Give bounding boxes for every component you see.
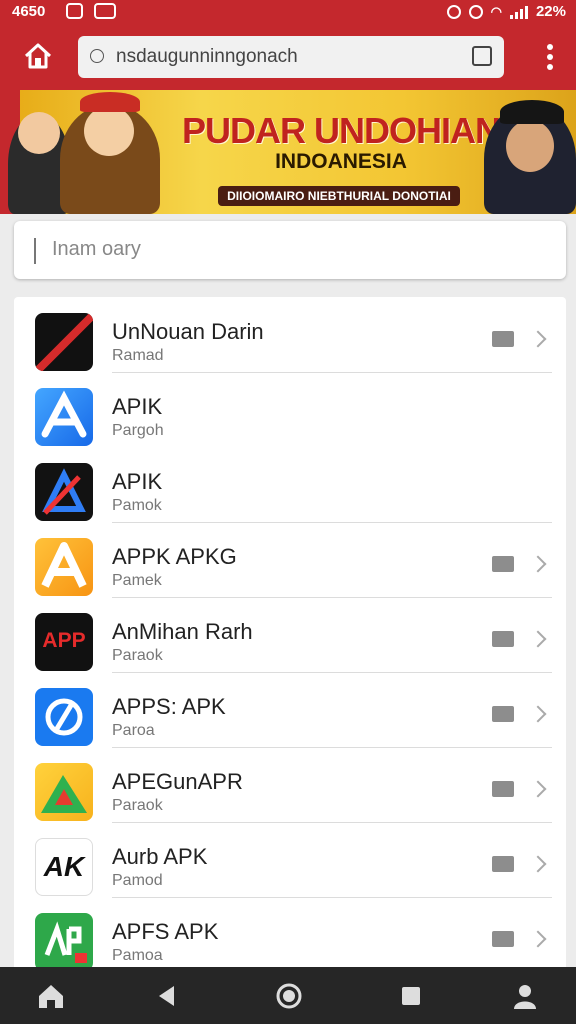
app-name: APFS APK xyxy=(112,919,219,944)
chevron-right-icon[interactable] xyxy=(529,555,547,573)
alarm-icon xyxy=(446,4,461,19)
home-circle-icon[interactable] xyxy=(274,981,304,1011)
chevron-right-icon[interactable] xyxy=(529,330,547,348)
banner-ribbon: DIIOIOMAIRO NIEBTHURIAL DONOTIAI xyxy=(218,186,460,206)
tab-switcher-icon[interactable] xyxy=(472,46,492,66)
address-bar[interactable]: nsdaugunninngonach xyxy=(78,36,504,78)
download-icon[interactable] xyxy=(492,931,514,947)
recents-icon[interactable] xyxy=(396,981,426,1011)
chevron-right-icon[interactable] xyxy=(529,705,547,723)
promo-banner[interactable]: PUDAR UNDOHIAN INDOANESIA DIIOIOMAIRO NI… xyxy=(0,90,576,214)
download-icon[interactable] xyxy=(492,556,514,572)
banner-title: PUDAR UNDOHIAN xyxy=(182,110,501,151)
app-name: APIK xyxy=(112,394,163,419)
banner-subtitle: INDOANESIA xyxy=(275,150,407,173)
app-subtitle: Pamod xyxy=(112,872,163,889)
home-icon[interactable] xyxy=(22,40,54,72)
list-item[interactable]: APP AnMihan Rarh Paraok xyxy=(14,597,566,673)
dark-a-icon xyxy=(35,463,93,521)
chevron-right-icon[interactable] xyxy=(529,930,547,948)
nav-home-icon[interactable] xyxy=(36,981,66,1011)
app-subtitle: Pamok xyxy=(112,497,162,514)
app-subtitle: Pamoa xyxy=(112,947,163,964)
url-text[interactable]: nsdaugunninngonach xyxy=(116,46,298,68)
chevron-right-icon[interactable] xyxy=(529,855,547,873)
list-item[interactable]: AK Aurb APK Pamod xyxy=(14,822,566,898)
app-name: APPK APKG xyxy=(112,544,237,569)
app-subtitle: Paraok xyxy=(112,647,163,664)
news-icon xyxy=(94,3,116,19)
search-text[interactable]: Inam oary xyxy=(52,238,141,261)
list-item[interactable]: APFS APK Pamoa xyxy=(14,897,566,967)
download-icon[interactable] xyxy=(492,781,514,797)
app-list: UnNouan Darin Ramad APIK Pargoh APIK Pam… xyxy=(14,297,566,967)
list-item[interactable]: APIK Pamok xyxy=(14,447,566,523)
wifi-icon: ◠ xyxy=(490,3,502,19)
chevron-right-icon[interactable] xyxy=(529,780,547,798)
navigation-bar xyxy=(0,967,576,1024)
app-subtitle: Pargoh xyxy=(112,422,164,439)
signal-icon xyxy=(509,5,528,19)
list-item[interactable]: APEGunAPR Paraok xyxy=(14,747,566,823)
download-icon[interactable] xyxy=(492,706,514,722)
black-ak-logo-icon: AK xyxy=(35,838,93,896)
back-icon[interactable] xyxy=(152,981,182,1011)
download-icon[interactable] xyxy=(492,631,514,647)
chevron-right-icon[interactable] xyxy=(529,630,547,648)
app-name: UnNouan Darin xyxy=(112,319,264,344)
app-name: APEGunAPR xyxy=(112,769,243,794)
blue-slash-circle-icon xyxy=(35,688,93,746)
settings-icon xyxy=(468,4,483,19)
search-input[interactable]: Inam oary xyxy=(14,221,566,279)
app-name: AnMihan Rarh xyxy=(112,619,253,644)
app-subtitle: Ramad xyxy=(112,347,164,364)
green-ap-icon xyxy=(35,913,93,967)
blue-a-icon xyxy=(35,388,93,446)
black-red-stripe-icon xyxy=(35,313,93,371)
app-name: APIK xyxy=(112,469,163,494)
status-time: 4650 xyxy=(12,3,46,20)
list-item[interactable]: UnNouan Darin Ramad xyxy=(14,297,566,373)
download-icon[interactable] xyxy=(492,331,514,347)
app-name: Aurb APK xyxy=(112,844,208,869)
download-icon[interactable] xyxy=(492,856,514,872)
orange-a-icon xyxy=(35,538,93,596)
overflow-menu-icon[interactable] xyxy=(546,44,554,70)
list-item[interactable]: APIK Pargoh xyxy=(14,372,566,446)
info-icon[interactable] xyxy=(90,49,104,63)
app-subtitle: Paroa xyxy=(112,722,155,739)
notification-icon xyxy=(66,3,83,19)
profile-icon[interactable] xyxy=(510,981,540,1011)
app-subtitle: Pamek xyxy=(112,572,162,589)
status-bar: 4650 ◠ 22% xyxy=(0,0,576,24)
green-triangle-icon xyxy=(35,763,93,821)
app-subtitle: Paraok xyxy=(112,797,163,814)
list-item[interactable]: APPS: APK Paroa xyxy=(14,672,566,748)
browser-toolbar: nsdaugunninngonach xyxy=(0,24,576,90)
app-red-text-icon: APP xyxy=(35,613,93,671)
app-name: APPS: APK xyxy=(112,694,226,719)
battery-level: 22% xyxy=(535,3,566,20)
list-item[interactable]: APPK APKG Pamek xyxy=(14,522,566,598)
